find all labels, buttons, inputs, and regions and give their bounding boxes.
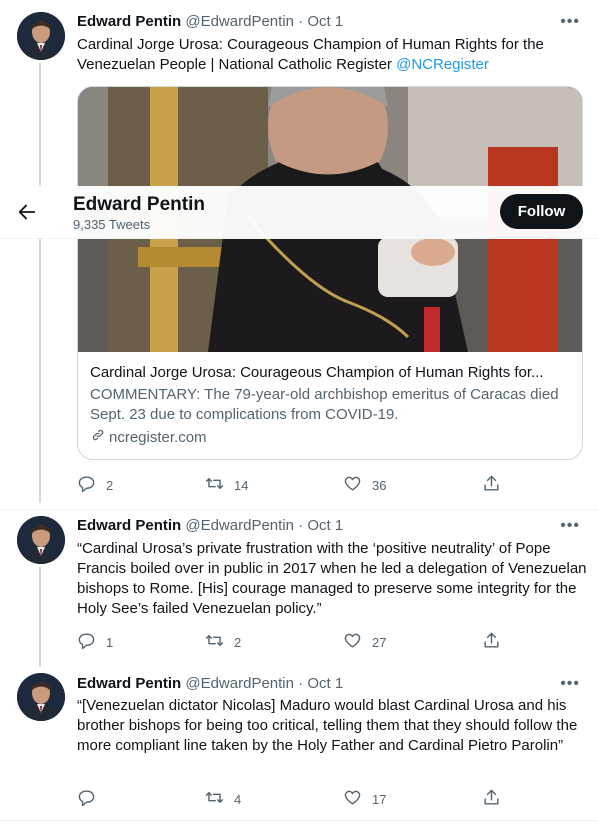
tweet-header: Edward Pentin @EdwardPentin · Oct 1 [77,12,343,32]
tweet-date[interactable]: Oct 1 [307,517,343,534]
retweet-count: 2 [234,634,242,650]
like-count: 17 [372,791,387,807]
back-arrow-icon[interactable] [16,201,38,223]
like-count: 36 [372,477,387,493]
like-count: 27 [372,634,387,650]
tweet-header: Edward Pentin @EdwardPentin · Oct 1 [77,674,343,694]
card-domain-row: ncregister.com [90,427,572,449]
author-name[interactable]: Edward Pentin [77,675,181,692]
card-title[interactable]: Cardinal Jorge Urosa: Courageous Champio… [90,363,572,383]
author-handle[interactable]: @EdwardPentin [185,675,294,692]
tweet[interactable]: Edward Pentin @EdwardPentin · Oct 1 ••• … [0,510,598,667]
more-horizontal-icon[interactable]: ••• [560,518,580,534]
reply-button[interactable] [77,788,106,810]
retweet-count: 4 [234,791,242,807]
tweet-date[interactable]: Oct 1 [307,13,343,30]
profile-name: Edward Pentin [73,194,205,215]
author-handle[interactable]: @EdwardPentin [185,13,294,30]
tweet[interactable]: Edward Pentin @EdwardPentin · Oct 1 ••• … [0,665,598,820]
tweet-date[interactable]: Oct 1 [307,675,343,692]
share-icon [482,788,501,810]
reply-button[interactable]: 2 [77,474,113,496]
follow-button[interactable]: Follow [500,194,583,229]
tweet-actions: 4 17 [77,788,507,808]
mention-link[interactable]: @NCRegister [396,56,489,73]
reply-icon [77,631,96,653]
tweet-text: “Cardinal Urosa’s private frustration wi… [77,540,587,617]
retweet-button[interactable]: 14 [205,474,248,496]
separator: · [298,517,304,534]
more-horizontal-icon[interactable]: ••• [560,14,580,30]
tweet-actions: 2 14 36 [77,474,507,494]
share-button[interactable] [482,788,501,810]
share-button[interactable] [482,631,501,653]
avatar[interactable] [17,516,65,564]
reply-count: 2 [106,477,114,493]
link-card[interactable]: Cardinal Jorge Urosa: Courageous Champio… [77,86,583,460]
separator: · [298,13,304,30]
like-button[interactable]: 17 [343,788,386,810]
reply-icon [77,788,96,810]
tweet-header: Edward Pentin @EdwardPentin · Oct 1 [77,516,343,536]
heart-icon [343,631,362,653]
like-button[interactable]: 27 [343,631,386,653]
card-domain[interactable]: ncregister.com [109,428,207,448]
avatar[interactable] [17,673,65,721]
like-button[interactable]: 36 [343,474,386,496]
divider [0,820,598,821]
reply-icon [77,474,96,496]
tweet-actions: 1 2 27 [77,631,507,651]
retweet-count: 14 [234,477,249,493]
thread-line [39,567,41,667]
tweet-count: 9,335 Tweets [73,217,151,232]
card-description: COMMENTARY: The 79-year-old archbishop e… [90,386,559,423]
avatar[interactable] [17,12,65,60]
reply-button[interactable]: 1 [77,631,113,653]
more-horizontal-icon[interactable]: ••• [560,676,580,692]
retweet-icon [205,788,224,810]
card-body: Cardinal Jorge Urosa: Courageous Champio… [90,363,572,449]
author-name[interactable]: Edward Pentin [77,517,181,534]
heart-icon [343,474,362,496]
heart-icon [343,788,362,810]
retweet-button[interactable]: 4 [205,788,241,810]
share-button[interactable] [482,474,501,496]
profile-sticky-header: Edward Pentin 9,335 Tweets Follow [0,186,598,239]
tweet-text: “[Venezuelan dictator Nicolas] Maduro wo… [77,697,578,754]
thread-line [39,63,41,503]
share-icon [482,474,501,496]
author-name[interactable]: Edward Pentin [77,13,181,30]
tweet-text: Cardinal Jorge Urosa: Courageous Champio… [77,35,587,75]
tweet[interactable]: Edward Pentin @EdwardPentin · Oct 1 ••• … [0,0,598,510]
share-icon [482,631,501,653]
author-handle[interactable]: @EdwardPentin [185,517,294,534]
retweet-icon [205,474,224,496]
retweet-button[interactable]: 2 [205,631,241,653]
separator: · [298,675,304,692]
retweet-icon [205,631,224,653]
reply-count: 1 [106,634,114,650]
link-icon [90,427,106,449]
